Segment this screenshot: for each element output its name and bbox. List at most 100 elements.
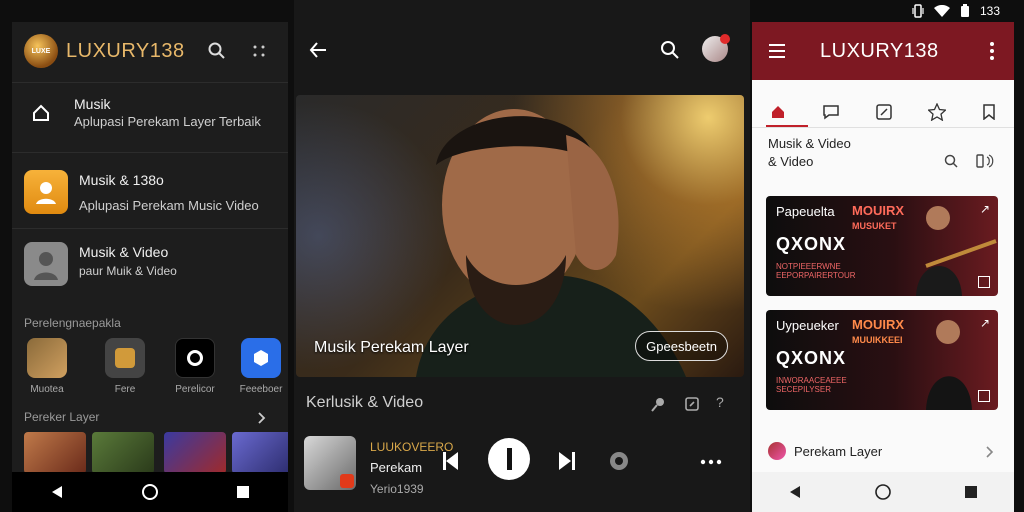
previous-icon[interactable] (442, 450, 462, 472)
app-label: Fere (114, 384, 136, 395)
app-shortcuts: Muotea Fere Perelicor Feeeboer (24, 338, 284, 398)
hero-caption: Musik Perekam Layer (314, 339, 469, 356)
home-nav-icon[interactable] (874, 483, 892, 501)
next-icon[interactable] (556, 450, 578, 472)
share-arrow-icon[interactable]: ↗ (980, 202, 990, 216)
card-subtext: NOTPIEEERWNE EEPORPAIRERTOUR (776, 262, 856, 280)
more-vertical-icon[interactable] (990, 42, 994, 60)
app-shortcut[interactable]: Perelicor (172, 338, 218, 395)
left-app-drawer: LUXE LUXURY138 Musik Aplupasi Perekam La… (12, 22, 288, 512)
thumbnail[interactable] (92, 432, 154, 474)
thumbnail[interactable] (232, 432, 288, 474)
promo-card[interactable]: Papeuelta MOUIRX MUSUKET QXONX NOTPIEEERW… (766, 196, 998, 296)
app-label: Muotea (30, 384, 64, 395)
list-item[interactable]: Musik & 138o Aplupasi Perekam Music Vide… (12, 168, 288, 224)
album-badge (340, 474, 354, 488)
vibrate-icon (912, 4, 924, 18)
heading-line-2: & Video (768, 154, 814, 169)
section-title: Kerlusik & Video (306, 394, 424, 411)
app-shortcut[interactable]: Muotea (24, 338, 70, 395)
card-red-label: MOUIRX MUUIKKEEI (852, 318, 904, 347)
list-item-title: Musik & Video (79, 244, 169, 260)
app-label: Feeeboer (239, 384, 283, 395)
card-red-line: MOUIRX (852, 203, 904, 218)
back-nav-icon[interactable] (50, 485, 64, 499)
brand-logo: LUXE (24, 34, 58, 68)
album-art[interactable] (304, 436, 356, 490)
share-arrow-icon[interactable]: ↗ (980, 316, 990, 330)
video-player-screen: Musik Perekam Layer Gpeesbeetn Kerlusik … (294, 0, 750, 512)
right-app-bar: LUXURY138 (752, 22, 1014, 80)
card-red-line: MOUIRX (852, 317, 904, 332)
promo-card[interactable]: Uypeueker MOUIRX MUUIKKEEI QXONX INWORAAC… (766, 310, 998, 410)
app-icon (105, 338, 145, 378)
home-menu-item[interactable]: Musik Aplupasi Perekam Layer Terbaik (12, 92, 288, 152)
expand-icon[interactable] (978, 390, 990, 402)
card-red-line: MUUIKKEEI (852, 335, 903, 345)
folder-app-icon (24, 170, 68, 214)
play-pause-button[interactable] (488, 438, 530, 480)
expand-icon[interactable] (978, 276, 990, 288)
status-bar: 133 (912, 2, 1000, 20)
card-headline: QXONX (776, 348, 847, 368)
home-nav-icon[interactable] (141, 483, 159, 501)
tab-edit-icon[interactable] (876, 104, 892, 120)
now-playing-subtitle: Yerio1939 (370, 482, 424, 496)
tab-home-icon[interactable] (770, 104, 786, 120)
home-icon (32, 104, 50, 122)
section-label: Pereker Layer (24, 410, 100, 424)
back-nav-icon[interactable] (788, 485, 802, 499)
hero-video[interactable]: Musik Perekam Layer Gpeesbeetn (296, 95, 744, 377)
tab-star-icon[interactable] (928, 103, 946, 121)
wifi-icon (934, 5, 950, 17)
notification-badge (720, 34, 730, 44)
app-shortcut[interactable]: Feeeboer (238, 338, 284, 395)
card-headline: QXONX (776, 234, 847, 254)
profile-avatar[interactable] (702, 34, 730, 62)
search-icon[interactable] (944, 154, 958, 168)
thumbnail[interactable] (164, 432, 226, 474)
home-item-subtitle: Aplupasi Perekam Layer Terbaik (74, 114, 261, 129)
menu-icon[interactable] (768, 43, 786, 59)
now-playing-artist: Perekam (370, 460, 423, 475)
heading-line-1: Musik & Video (768, 136, 851, 151)
grid-icon[interactable] (252, 44, 266, 58)
help-icon[interactable]: ? (716, 394, 724, 410)
right-nav-bar (752, 472, 1014, 512)
more-horizontal-icon[interactable] (700, 459, 722, 465)
status-time: 133 (980, 4, 1001, 18)
search-icon[interactable] (208, 42, 226, 60)
recents-nav-icon[interactable] (964, 485, 978, 499)
tab-bookmark-icon[interactable] (982, 104, 996, 120)
cast-icon[interactable] (976, 154, 994, 168)
hero-action-button[interactable]: Gpeesbeetn (635, 331, 728, 361)
pause-icon (506, 448, 512, 470)
list-item-subtitle: Aplupasi Perekam Music Video (79, 198, 259, 213)
search-icon[interactable] (660, 40, 680, 60)
list-item-subtitle: paur Muik & Video (79, 264, 177, 278)
list-item[interactable]: Musik & Video paur Muik & Video (12, 240, 288, 296)
card-red-line: MUSUKET (852, 221, 897, 231)
battery-icon (960, 4, 970, 18)
app-shortcut[interactable]: Fere (102, 338, 148, 395)
left-top-bar: LUXE LUXURY138 (12, 22, 288, 80)
footer-list-item[interactable]: Perekam Layer (752, 434, 1014, 468)
app-label: Perelicor (175, 384, 215, 395)
card-subtext: INWORAACEAEEE SECEPILYSER (776, 376, 847, 394)
back-arrow-icon[interactable] (308, 40, 328, 60)
left-nav-bar (12, 472, 288, 512)
thumbnail[interactable] (24, 432, 86, 474)
list-item-title: Musik & 138o (79, 172, 164, 188)
now-playing-title: LUUKOVEERO (370, 440, 454, 454)
pin-icon[interactable] (650, 396, 666, 412)
tab-chat-icon[interactable] (822, 104, 840, 120)
share-icon[interactable] (684, 396, 700, 412)
right-app-screen: LUXURY138 Musik & Video & Video Papeuelt… (752, 22, 1014, 512)
settings-gear-icon[interactable] (606, 448, 632, 474)
app-icon (175, 338, 215, 378)
chevron-right-icon[interactable] (258, 412, 266, 424)
avatar (768, 442, 786, 460)
footer-item-label: Perekam Layer (794, 444, 883, 459)
recents-nav-icon[interactable] (236, 485, 250, 499)
avatar-placeholder-icon (24, 242, 68, 286)
